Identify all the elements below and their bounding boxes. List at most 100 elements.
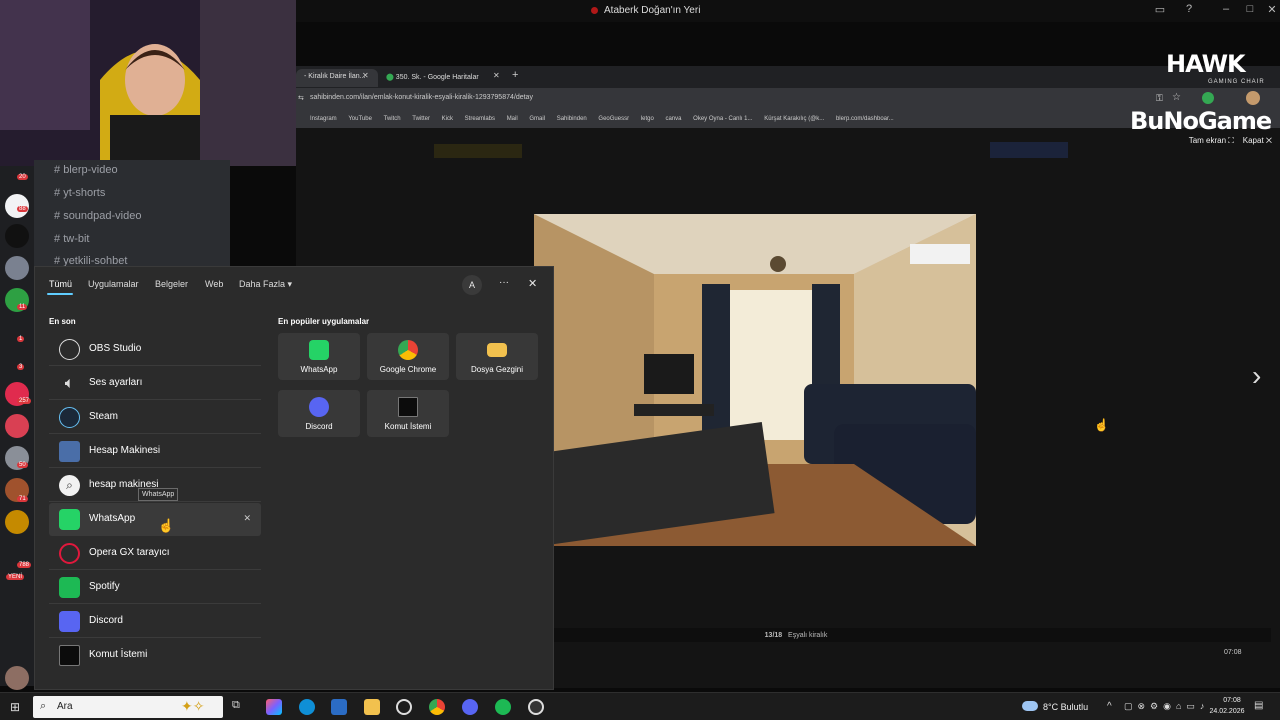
maximize-button[interactable]: □ <box>1242 3 1258 19</box>
clock-time[interactable]: 07:08 <box>1214 697 1250 704</box>
tab-apps[interactable]: Uygulamalar <box>88 279 139 289</box>
recent-item-spotify[interactable]: Spotify <box>49 571 261 604</box>
popular-tile-chrome[interactable]: Google Chrome <box>367 333 449 380</box>
bookmark-twitch[interactable]: Twitch <box>384 110 401 128</box>
speaker-icon: 🔈︎ <box>64 375 75 392</box>
recent-item-whatsapp[interactable]: WhatsApp ✕ <box>49 503 261 536</box>
bookmark-gmail[interactable]: Gmail <box>529 110 545 128</box>
hawk-logo-subtitle: GAMING CHAIR <box>1208 79 1265 85</box>
bookmark-instagram[interactable]: Instagram <box>310 110 337 128</box>
bookmark-kursat[interactable]: Kürşat Karakılıç (@k... <box>764 110 824 128</box>
tray-icons[interactable]: ▢⊗⚙◉⌂▭♪ <box>1124 701 1209 712</box>
chevron-up-icon[interactable]: ^ <box>1107 701 1112 712</box>
new-tab-button[interactable]: + <box>512 69 518 81</box>
unread-badge: 20 <box>17 174 28 180</box>
search-icon: ⌕ <box>59 475 80 496</box>
mail-icon[interactable] <box>331 699 347 715</box>
active-tab-indicator <box>47 293 73 295</box>
channel-tw-bit[interactable]: # tw-bit <box>54 233 89 245</box>
new-badge: YENİ <box>6 574 25 580</box>
popular-tile-whatsapp[interactable]: WhatsApp <box>278 333 360 380</box>
screen-icon[interactable]: ▭ <box>1152 3 1168 19</box>
tune-icon[interactable]: ⇆ <box>298 94 304 102</box>
recent-item-steam[interactable]: Steam <box>49 401 261 434</box>
recent-item-calculator[interactable]: Hesap Makinesi <box>49 435 261 468</box>
fullscreen-button[interactable]: Tam ekran ⛶ <box>1189 136 1234 145</box>
discord-icon[interactable] <box>462 699 478 715</box>
user-avatar[interactable] <box>5 666 29 690</box>
account-avatar[interactable]: A <box>462 275 482 295</box>
minimize-button[interactable]: – <box>1218 3 1234 19</box>
popular-tile-file-explorer[interactable]: Dosya Gezgini <box>456 333 538 380</box>
photo-counter: 13/18 Eşyalı kiralık <box>764 632 828 639</box>
tab-documents[interactable]: Belgeler <box>155 279 188 289</box>
extension-icon[interactable] <box>1202 92 1214 104</box>
taskbar-search-box[interactable]: ⌕ Ara ✦✧ <box>33 696 223 718</box>
recent-item-opera-gx[interactable]: Opera GX tarayıcı <box>49 537 261 570</box>
edge-icon[interactable] <box>299 699 315 715</box>
recent-item-obs[interactable]: OBS Studio <box>49 333 261 366</box>
server-icon[interactable] <box>5 510 29 534</box>
bookmark-kick[interactable]: Kick <box>442 110 453 128</box>
bookmark-streamlabs[interactable]: Streamlabs <box>465 110 495 128</box>
notifications-icon[interactable]: ▤ <box>1254 700 1263 711</box>
chrome-icon[interactable] <box>429 699 445 715</box>
folder-icon[interactable] <box>364 699 380 715</box>
recent-item-discord[interactable]: Discord <box>49 605 261 638</box>
search-input[interactable]: Ara <box>57 701 73 712</box>
bookmark-sahibinden[interactable]: Sahibinden <box>557 110 587 128</box>
bookmark-blerp[interactable]: blerp.com/dashboar... <box>836 110 894 128</box>
help-icon[interactable]: ? <box>1181 3 1197 19</box>
opera-gx-icon <box>59 543 80 564</box>
weather-text[interactable]: 8°C Bulutlu <box>1043 702 1088 712</box>
server-icon[interactable] <box>5 224 29 248</box>
obs-icon[interactable] <box>528 699 544 715</box>
listing-photo[interactable] <box>534 214 976 546</box>
bookmark-youtube[interactable]: YouTube <box>348 110 372 128</box>
close-tab-icon[interactable]: ✕ <box>362 71 369 80</box>
bunogame-logo: BuNoGame <box>1130 107 1272 135</box>
viewer-close-button[interactable]: Kapat ✕ <box>1243 136 1272 145</box>
browser-tab-2[interactable]: ⬤ 350. Sk. - Google Haritalar <box>378 69 508 87</box>
windows-start-icon[interactable]: ⊞ <box>10 700 20 714</box>
task-view-icon[interactable]: ⧉ <box>232 699 248 715</box>
channel-soundpad-video[interactable]: # soundpad-video <box>54 210 141 222</box>
unread-badge: 1 <box>17 336 25 342</box>
webcam-overlay <box>0 0 296 166</box>
close-tab-icon[interactable]: ✕ <box>493 71 500 80</box>
discord-server-list: 20 88 11 1 3 257 50 71 788 YENİ <box>0 166 34 690</box>
recent-item-sound-settings[interactable]: 🔈︎ Ses ayarları <box>49 367 261 400</box>
close-panel-icon[interactable]: ✕ <box>528 277 537 290</box>
bookmark-canva[interactable]: canva <box>665 110 681 128</box>
star-icon[interactable]: ☆ <box>1172 92 1181 103</box>
xbox-icon[interactable] <box>396 699 412 715</box>
next-photo-arrow-icon[interactable]: › <box>1252 360 1261 392</box>
server-icon[interactable] <box>5 256 29 280</box>
tab-more[interactable]: Daha Fazla ▾ <box>239 279 292 290</box>
key-icon[interactable]: ⚿ <box>1156 93 1163 104</box>
spotify-icon[interactable] <box>495 699 511 715</box>
bookmark-twitter[interactable]: Twitter <box>412 110 430 128</box>
recent-item-command-prompt[interactable]: Komut İstemi <box>49 639 261 672</box>
copilot-icon[interactable] <box>266 699 282 715</box>
server-icon[interactable] <box>5 414 29 438</box>
mouse-pointer-icon: ☝ <box>158 518 175 533</box>
bookmark-geoguessr[interactable]: GeoGuessr <box>598 110 629 128</box>
bookmark-okey[interactable]: Okey Oyna - Canlı 1... <box>693 110 752 128</box>
search-icon: ⌕ <box>40 700 47 712</box>
popular-tile-command-prompt[interactable]: Komut İstemi <box>367 390 449 437</box>
clock-date[interactable]: 24.02.2026 <box>1206 708 1248 715</box>
living-room-photo <box>534 214 976 546</box>
channel-yt-shorts[interactable]: # yt-shorts <box>54 187 105 199</box>
tab-all[interactable]: Tümü <box>49 279 72 289</box>
close-window-button[interactable]: ✕ <box>1264 3 1280 19</box>
profile-avatar[interactable] <box>1246 91 1260 105</box>
tab-web[interactable]: Web <box>205 279 223 289</box>
url-text[interactable]: sahibinden.com/ilan/emlak-konut-kiralik-… <box>310 94 533 101</box>
bookmark-mail[interactable]: Mail <box>507 110 518 128</box>
more-options-icon[interactable]: ··· <box>499 277 509 288</box>
remove-recent-icon[interactable]: ✕ <box>243 513 251 524</box>
channel-blerp-video[interactable]: # blerp-video <box>54 164 118 176</box>
bookmark-letgo[interactable]: letgo <box>641 110 654 128</box>
popular-tile-discord[interactable]: Discord <box>278 390 360 437</box>
